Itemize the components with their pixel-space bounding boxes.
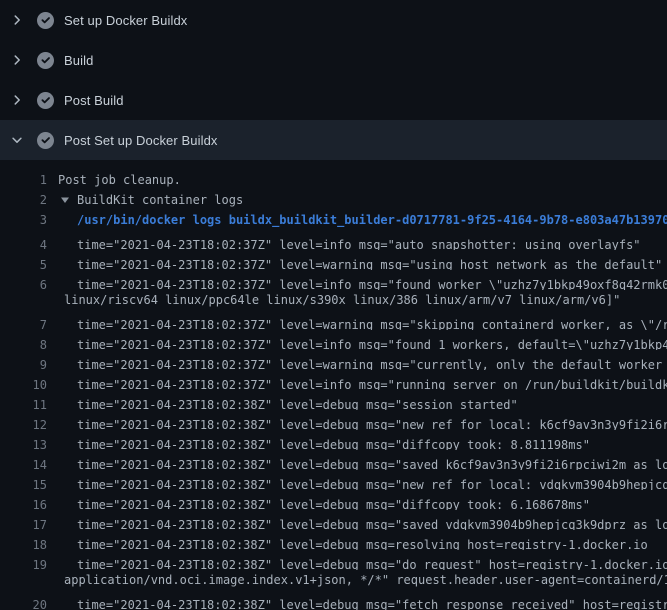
log-line-number[interactable]: 6 [0, 278, 47, 290]
log-line-text: BuildKit container logs [77, 193, 243, 207]
log-line-number[interactable]: 18 [0, 538, 47, 550]
step-label: Build [64, 54, 93, 67]
log-line: 12 time="2021-04-23T18:02:38Z" level=deb… [0, 410, 667, 430]
log-line: 11 time="2021-04-23T18:02:38Z" level=deb… [0, 390, 667, 410]
log-line: 17 time="2021-04-23T18:02:38Z" level=deb… [0, 510, 667, 530]
log-line-number[interactable]: 13 [0, 438, 47, 450]
log-line-text: time="2021-04-23T18:02:38Z" level=debug … [77, 538, 648, 550]
log-line: 13 time="2021-04-23T18:02:38Z" level=deb… [0, 430, 667, 450]
log-line: 6 time="2021-04-23T18:02:37Z" level=info… [0, 270, 667, 290]
log-line[interactable]: 2 BuildKit container logs [0, 190, 667, 210]
chevron-icon [10, 13, 24, 27]
log-line-number[interactable]: 10 [0, 378, 47, 390]
log-line-number[interactable]: 4 [0, 238, 47, 250]
log-line: 8 time="2021-04-23T18:02:37Z" level=info… [0, 330, 667, 350]
log-line-number[interactable]: 1 [0, 173, 47, 187]
log-line-number[interactable]: 15 [0, 478, 47, 490]
chevron-icon [10, 53, 24, 67]
step-label: Set up Docker Buildx [64, 14, 187, 27]
log-line: 10 time="2021-04-23T18:02:37Z" level=inf… [0, 370, 667, 390]
log-line-text: time="2021-04-23T18:02:37Z" level=info m… [77, 338, 667, 350]
log-line: application/vnd.oci.image.index.v1+json,… [0, 570, 667, 590]
steps-list: Set up Docker Buildx Build Post Build Po… [0, 0, 667, 160]
log-line: 19 time="2021-04-23T18:02:38Z" level=deb… [0, 550, 667, 570]
log-line-number[interactable]: 5 [0, 258, 47, 270]
log-line: 20 time="2021-04-23T18:02:38Z" level=deb… [0, 590, 667, 610]
log-line-number[interactable]: 2 [0, 193, 47, 207]
log-line-text: time="2021-04-23T18:02:37Z" level=warnin… [77, 318, 667, 330]
check-circle-icon [37, 132, 54, 149]
log-line: 5 time="2021-04-23T18:02:37Z" level=warn… [0, 250, 667, 270]
step-row-set-up-docker-buildx[interactable]: Set up Docker Buildx [0, 0, 667, 40]
log-line-text: time="2021-04-23T18:02:37Z" level=info m… [77, 238, 641, 250]
log-line-text: time="2021-04-23T18:02:38Z" level=debug … [77, 418, 667, 430]
log-line: 18 time="2021-04-23T18:02:38Z" level=deb… [0, 530, 667, 550]
log-line: 1 Post job cleanup. [0, 170, 667, 190]
check-circle-icon [37, 52, 54, 69]
log-line-number[interactable]: 9 [0, 358, 47, 370]
actions-log-viewer: Set up Docker Buildx Build Post Build Po… [0, 0, 667, 610]
log-line-number[interactable]: 8 [0, 338, 47, 350]
log-line-text: Post job cleanup. [58, 173, 181, 187]
log-line: 16 time="2021-04-23T18:02:38Z" level=deb… [0, 490, 667, 510]
log-line: 3 /usr/bin/docker logs buildx_buildkit_b… [0, 210, 667, 230]
log-lines: 1 Post job cleanup. 2 BuildKit container… [0, 160, 667, 610]
log-line-text: time="2021-04-23T18:02:38Z" level=debug … [77, 518, 667, 530]
log-line-text: linux/riscv64 linux/ppc64le linux/s390x … [64, 293, 620, 307]
log-line-number[interactable]: 19 [0, 558, 47, 570]
chevron-icon [10, 133, 24, 147]
log-line-text: time="2021-04-23T18:02:38Z" level=debug … [77, 478, 667, 490]
log-line-text: time="2021-04-23T18:02:37Z" level=info m… [77, 378, 667, 390]
log-line-text: time="2021-04-23T18:02:38Z" level=debug … [77, 458, 667, 470]
check-circle-icon [37, 12, 54, 29]
check-circle-icon [37, 92, 54, 109]
log-line: 7 time="2021-04-23T18:02:37Z" level=warn… [0, 310, 667, 330]
log-line: 15 time="2021-04-23T18:02:38Z" level=deb… [0, 470, 667, 490]
log-line-text: time="2021-04-23T18:02:38Z" level=debug … [77, 498, 590, 510]
log-line-text: time="2021-04-23T18:02:38Z" level=debug … [77, 398, 518, 410]
step-label: Post Build [64, 94, 124, 107]
log-line-text: time="2021-04-23T18:02:38Z" level=debug … [77, 558, 667, 570]
log-line-number[interactable]: 14 [0, 458, 47, 470]
log-line: 9 time="2021-04-23T18:02:37Z" level=warn… [0, 350, 667, 370]
log-line: 4 time="2021-04-23T18:02:37Z" level=info… [0, 230, 667, 250]
log-line-text: time="2021-04-23T18:02:37Z" level=info m… [77, 278, 667, 290]
log-line-number[interactable]: 7 [0, 318, 47, 330]
log-line: linux/riscv64 linux/ppc64le linux/s390x … [0, 290, 667, 310]
log-line-text: /usr/bin/docker logs buildx_buildkit_bui… [77, 213, 667, 227]
log-line-text: time="2021-04-23T18:02:37Z" level=warnin… [77, 358, 667, 370]
log-line-number[interactable]: 11 [0, 398, 47, 410]
log-line-number[interactable]: 16 [0, 498, 47, 510]
chevron-icon [10, 93, 24, 107]
log-line: 14 time="2021-04-23T18:02:38Z" level=deb… [0, 450, 667, 470]
step-row-post-set-up-docker-buildx[interactable]: Post Set up Docker Buildx [0, 120, 667, 160]
log-line-text: time="2021-04-23T18:02:38Z" level=debug … [77, 438, 590, 450]
log-line-text: time="2021-04-23T18:02:37Z" level=warnin… [77, 258, 662, 270]
log-line-number[interactable]: 3 [0, 213, 47, 227]
log-line-text: application/vnd.oci.image.index.v1+json,… [64, 573, 667, 587]
step-row-post-build[interactable]: Post Build [0, 80, 667, 120]
log-line-number[interactable]: 12 [0, 418, 47, 430]
step-label: Post Set up Docker Buildx [64, 134, 218, 147]
group-triangle-icon[interactable] [60, 195, 70, 205]
step-row-build[interactable]: Build [0, 40, 667, 80]
log-line-number[interactable]: 17 [0, 518, 47, 530]
